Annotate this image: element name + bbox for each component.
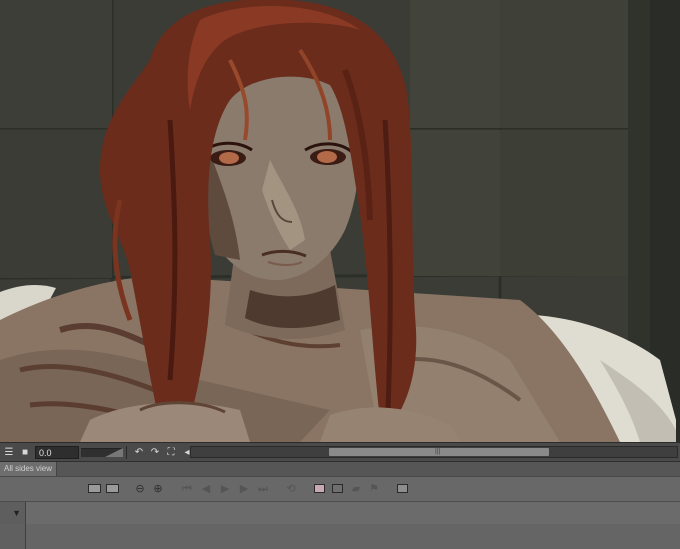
menu-icon[interactable]: ☰ — [2, 446, 16, 459]
add-cel-icon[interactable] — [88, 484, 101, 493]
stop-icon[interactable]: ■ — [18, 446, 32, 459]
artwork-image — [0, 0, 680, 442]
timeline-toolbar: ⊖ ⊕ ⏮ ◀ ▶ ▶ ⏭ ⟲ ▰ ⚑ — [0, 477, 680, 501]
track-header — [0, 524, 26, 549]
zoom-field[interactable]: 0.0 — [35, 446, 79, 459]
timeline-panel: All sides view ⊖ ⊕ ⏮ ◀ ▶ ▶ ⏭ ⟲ ▰ ⚑ ▼ — [0, 461, 680, 549]
delete-cel-icon[interactable] — [106, 484, 119, 493]
timeline-track-row[interactable] — [0, 524, 680, 549]
tab-all-sides-view[interactable]: All sides view — [0, 462, 58, 476]
keyframe-icon[interactable]: ▰ — [349, 483, 363, 495]
zoom-in-icon[interactable]: ⊕ — [151, 483, 165, 495]
drawing-canvas[interactable] — [0, 0, 680, 442]
rotate-left-icon[interactable]: ↶ — [132, 446, 146, 459]
rotate-right-icon[interactable]: ↷ — [148, 446, 162, 459]
onion-skin-icon[interactable] — [314, 484, 325, 493]
fit-icon[interactable]: ⛶ — [164, 446, 178, 459]
last-frame-icon[interactable]: ⏭ — [256, 483, 270, 495]
loop-icon[interactable]: ⟲ — [284, 483, 298, 495]
settings-icon[interactable] — [397, 484, 408, 493]
next-frame-icon[interactable]: ▶ — [237, 483, 251, 495]
first-frame-icon[interactable]: ⏮ — [180, 483, 194, 495]
timeline-tab-bar: All sides view — [0, 462, 680, 477]
scrollbar-thumb[interactable]: ||| — [329, 448, 549, 456]
chevron-down-icon[interactable]: ▼ — [0, 502, 26, 524]
zoom-slider[interactable] — [81, 448, 123, 457]
prev-frame-icon[interactable]: ◀ — [199, 483, 213, 495]
play-icon[interactable]: ▶ — [218, 483, 232, 495]
flag-icon[interactable]: ⚑ — [367, 483, 381, 495]
separator — [126, 446, 127, 459]
canvas-status-bar: ☰ ■ 0.0 ↶ ↷ ⛶ ◂ ||| — [0, 442, 680, 462]
timeline-track-row[interactable]: ▼ — [0, 501, 680, 525]
frame-icon[interactable] — [332, 484, 343, 493]
scrollbar-grip: ||| — [435, 448, 441, 455]
zoom-out-icon[interactable]: ⊖ — [133, 483, 147, 495]
horizontal-scrollbar[interactable]: ||| — [190, 446, 678, 458]
